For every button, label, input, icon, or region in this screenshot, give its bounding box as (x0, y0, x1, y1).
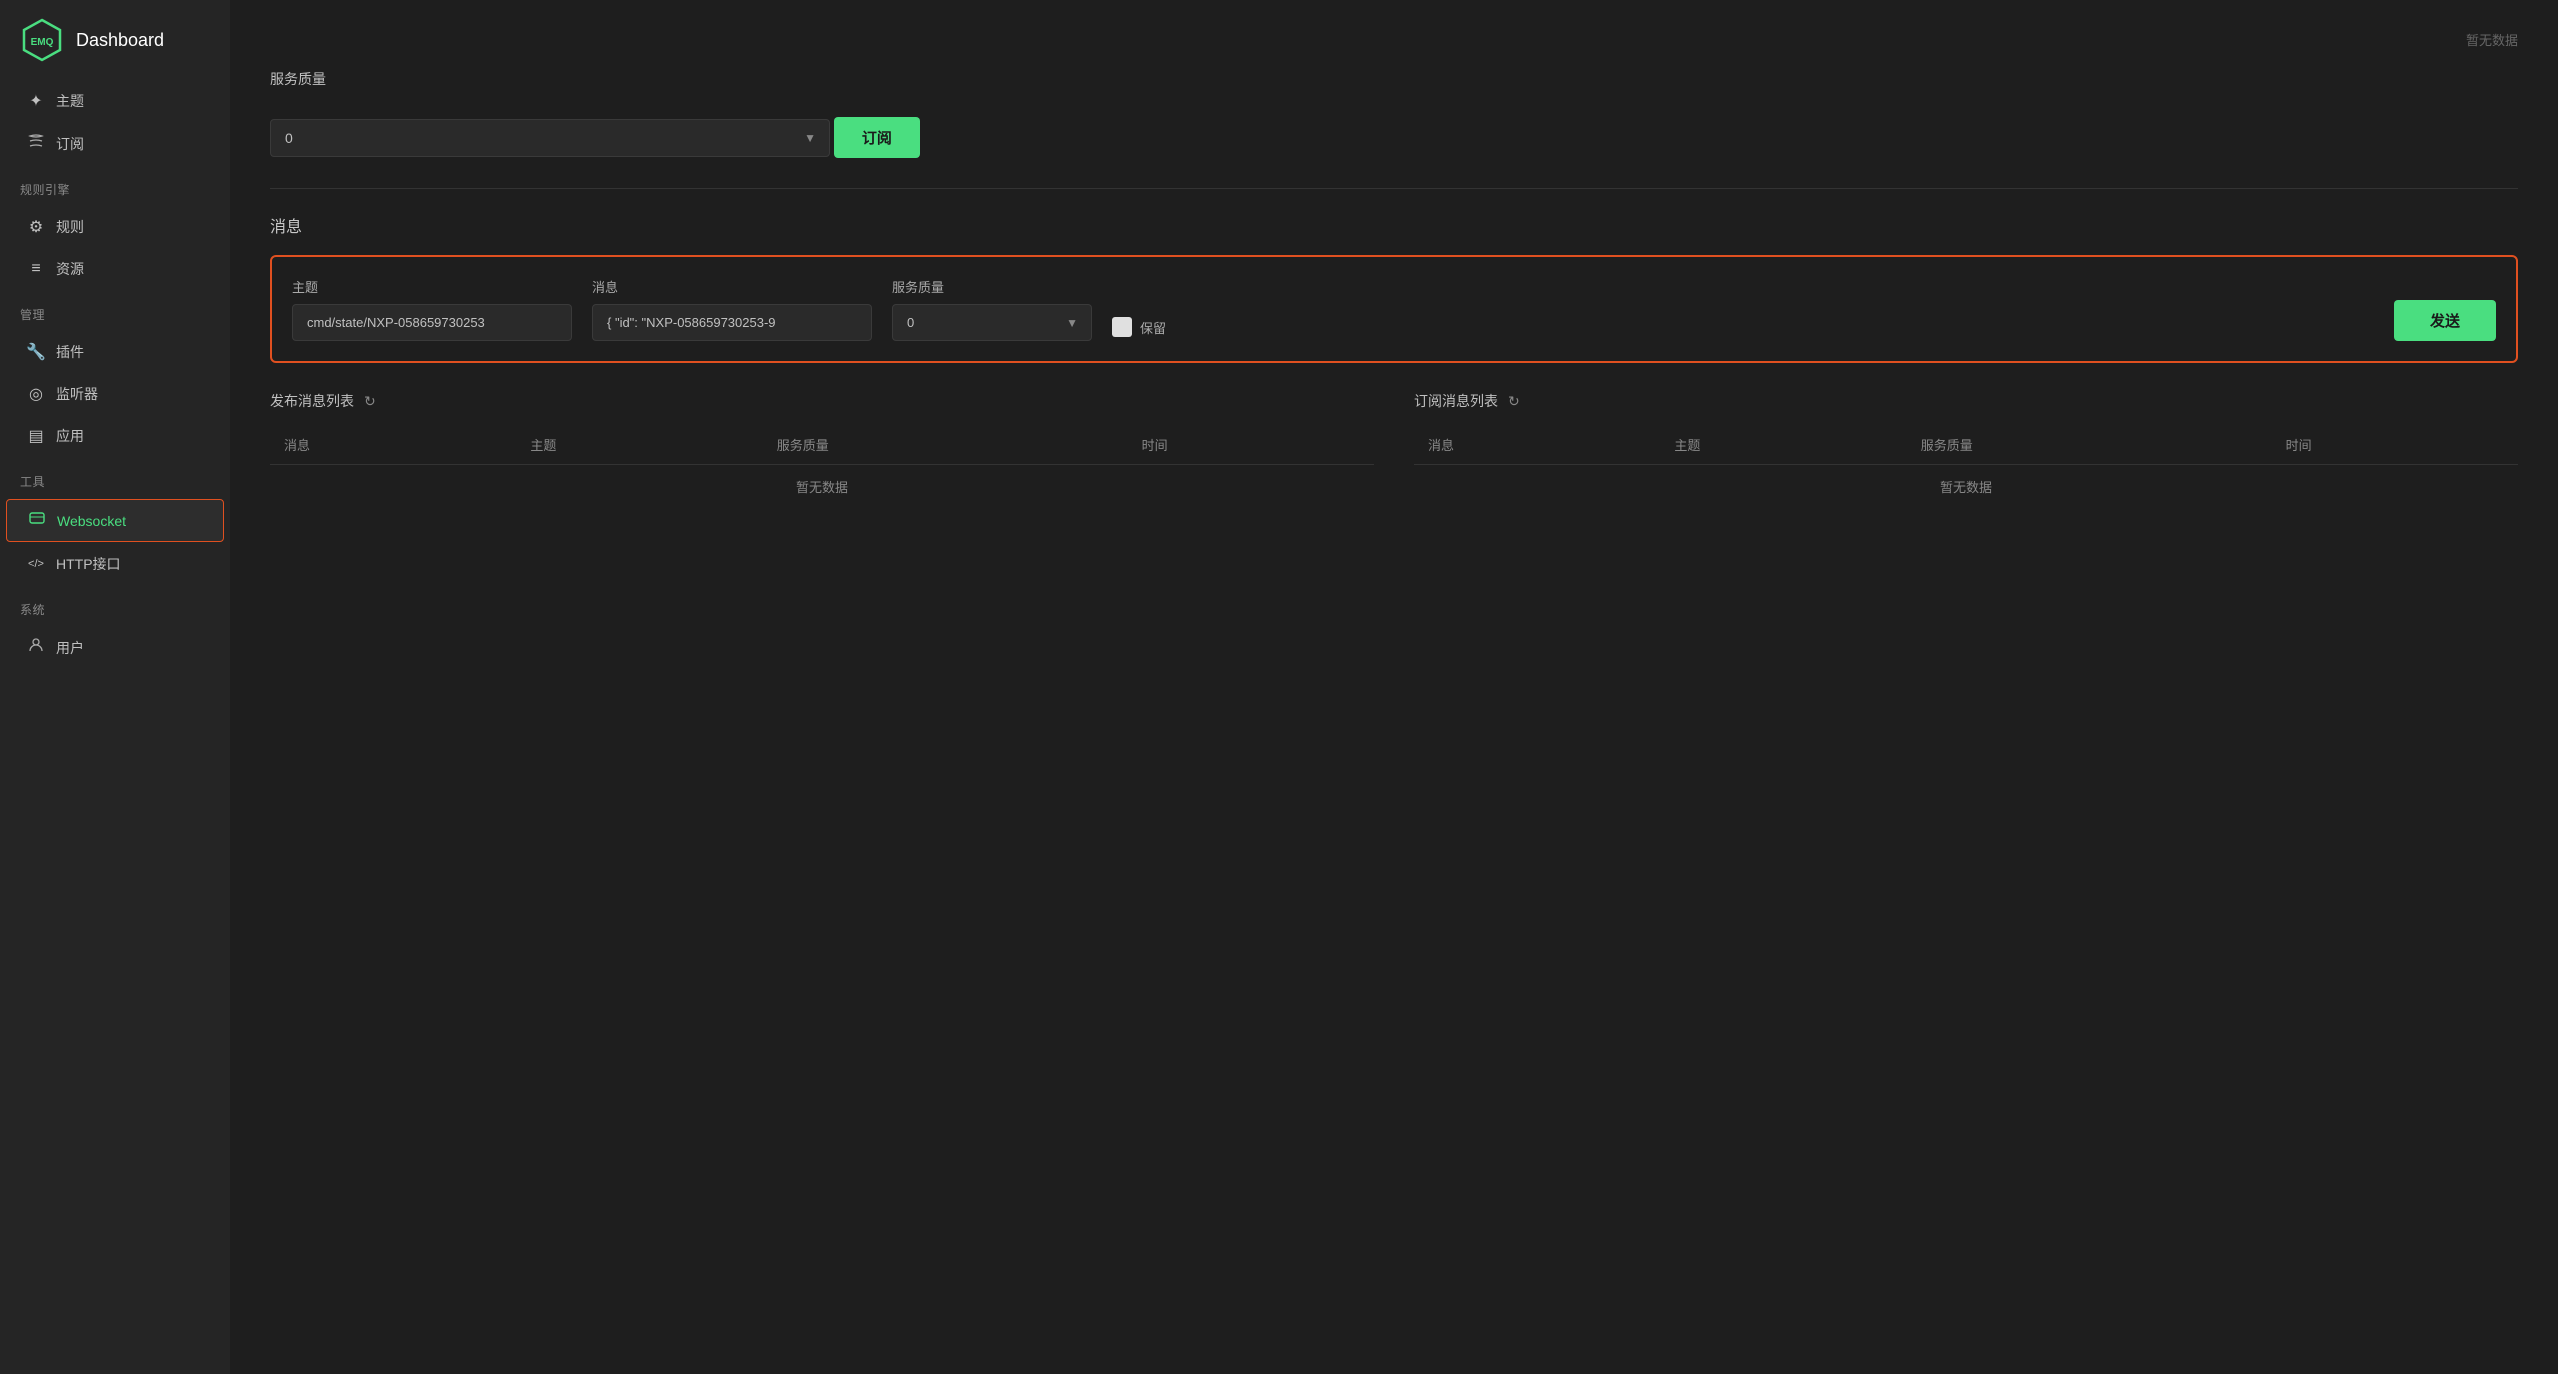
sidebar-item-label: HTTP接口 (56, 554, 121, 574)
sidebar-item-label: Websocket (57, 513, 126, 529)
logo-area: EMQ Dashboard (0, 0, 230, 80)
message-input[interactable] (592, 304, 872, 341)
subscribe-icon (26, 133, 46, 154)
sidebar-item-apps[interactable]: ▤ 应用 (6, 416, 224, 456)
sidebar-item-topic[interactable]: ✦ 主题 (6, 81, 224, 121)
subscribe-table: 消息 主题 服务质量 时间 暂无数据 (1414, 425, 2518, 508)
send-button[interactable]: 发送 (2394, 300, 2496, 341)
sidebar: EMQ Dashboard ✦ 主题 订阅 规则引擎 ⚙ 规则 ≡ 资源 管理 … (0, 0, 230, 1374)
publish-col-message: 消息 (270, 425, 516, 465)
publish-col-time: 时间 (1128, 425, 1374, 465)
monitor-icon: ◎ (26, 384, 46, 404)
message-field: 消息 (592, 277, 872, 341)
message-compose-box: 主题 消息 服务质量 0 1 2 ▼ (270, 255, 2518, 363)
retain-label: 保留 (1140, 318, 1166, 337)
section-divider (270, 188, 2518, 189)
publish-table-title: 发布消息列表 (270, 391, 354, 411)
resources-icon: ≡ (26, 260, 46, 278)
compose-qos-field: 服务质量 0 1 2 ▼ (892, 277, 1092, 341)
topic-field: 主题 (292, 277, 572, 341)
app-title: Dashboard (76, 30, 164, 51)
plugins-icon: 🔧 (26, 342, 46, 362)
top-no-data: 暂无数据 (270, 30, 2518, 49)
main-content: 暂无数据 服务质量 0 1 2 ▼ 订阅 消息 主题 消息 (230, 0, 2558, 1374)
publish-col-topic: 主题 (516, 425, 762, 465)
publish-col-qos: 服务质量 (763, 425, 1128, 465)
qos-label: 服务质量 (270, 69, 2518, 89)
sidebar-item-rules[interactable]: ⚙ 规则 (6, 207, 224, 247)
emq-logo-icon: EMQ (20, 18, 64, 62)
sidebar-item-label: 规则 (56, 217, 84, 237)
sidebar-item-plugins[interactable]: 🔧 插件 (6, 332, 224, 372)
subscribe-table-section: 订阅消息列表 ↻ 消息 主题 服务质量 时间 暂无数据 (1414, 391, 2518, 508)
sidebar-item-label: 监听器 (56, 384, 98, 404)
subscribe-col-time: 时间 (2272, 425, 2518, 465)
subscribe-table-title: 订阅消息列表 (1414, 391, 1498, 411)
retain-wrapper: 保留 (1112, 317, 1166, 341)
subscribe-section: 服务质量 0 1 2 ▼ 订阅 (270, 69, 2518, 158)
sidebar-item-label: 资源 (56, 259, 84, 279)
sidebar-item-resources[interactable]: ≡ 资源 (6, 249, 224, 289)
publish-table-section: 发布消息列表 ↻ 消息 主题 服务质量 时间 暂无数据 (270, 391, 1374, 508)
apps-icon: ▤ (26, 426, 46, 446)
compose-qos-select-wrapper: 0 1 2 ▼ (892, 304, 1092, 341)
sidebar-item-subscribe[interactable]: 订阅 (6, 123, 224, 164)
section-label-system: 系统 (0, 585, 230, 626)
section-label-tools: 工具 (0, 457, 230, 498)
compose-qos-select[interactable]: 0 1 2 (892, 304, 1092, 341)
section-label-management: 管理 (0, 290, 230, 331)
sidebar-item-http[interactable]: </> HTTP接口 (6, 544, 224, 584)
sidebar-item-monitor[interactable]: ◎ 监听器 (6, 374, 224, 414)
subscribe-col-message: 消息 (1414, 425, 1660, 465)
websocket-icon (27, 510, 47, 531)
sidebar-item-users[interactable]: 用户 (6, 627, 224, 668)
subscribe-no-data: 暂无数据 (1414, 465, 2518, 509)
publish-table: 消息 主题 服务质量 时间 暂无数据 (270, 425, 1374, 508)
sidebar-item-websocket[interactable]: Websocket (6, 499, 224, 542)
sidebar-item-label: 主题 (56, 91, 84, 111)
qos-select[interactable]: 0 1 2 (270, 119, 830, 157)
rules-icon: ⚙ (26, 217, 46, 237)
sidebar-item-label: 插件 (56, 342, 84, 362)
svg-text:EMQ: EMQ (31, 37, 54, 48)
subscribe-col-topic: 主题 (1660, 425, 1906, 465)
message-section: 消息 主题 消息 服务质量 0 1 2 (270, 213, 2518, 508)
retain-checkbox[interactable] (1112, 317, 1132, 337)
subscribe-col-qos: 服务质量 (1907, 425, 2272, 465)
section-label-rules: 规则引擎 (0, 165, 230, 206)
subscribe-table-header: 订阅消息列表 ↻ (1414, 391, 2518, 411)
topic-input[interactable] (292, 304, 572, 341)
compose-qos-label: 服务质量 (892, 277, 1092, 296)
topic-label: 主题 (292, 277, 572, 296)
sidebar-item-label: 用户 (56, 638, 84, 658)
message-section-title: 消息 (270, 213, 2518, 237)
subscribe-refresh-icon[interactable]: ↻ (1508, 393, 1520, 410)
subscribe-button[interactable]: 订阅 (834, 117, 920, 158)
publish-refresh-icon[interactable]: ↻ (364, 393, 376, 410)
qos-select-wrapper: 0 1 2 ▼ (270, 119, 830, 157)
topic-icon: ✦ (26, 91, 46, 111)
message-label: 消息 (592, 277, 872, 296)
tables-row: 发布消息列表 ↻ 消息 主题 服务质量 时间 暂无数据 (270, 391, 2518, 508)
sidebar-item-label: 应用 (56, 426, 84, 446)
publish-no-data: 暂无数据 (270, 465, 1374, 509)
http-icon: </> (26, 558, 46, 570)
publish-table-header: 发布消息列表 ↻ (270, 391, 1374, 411)
users-icon (26, 637, 46, 658)
sidebar-item-label: 订阅 (56, 134, 84, 154)
